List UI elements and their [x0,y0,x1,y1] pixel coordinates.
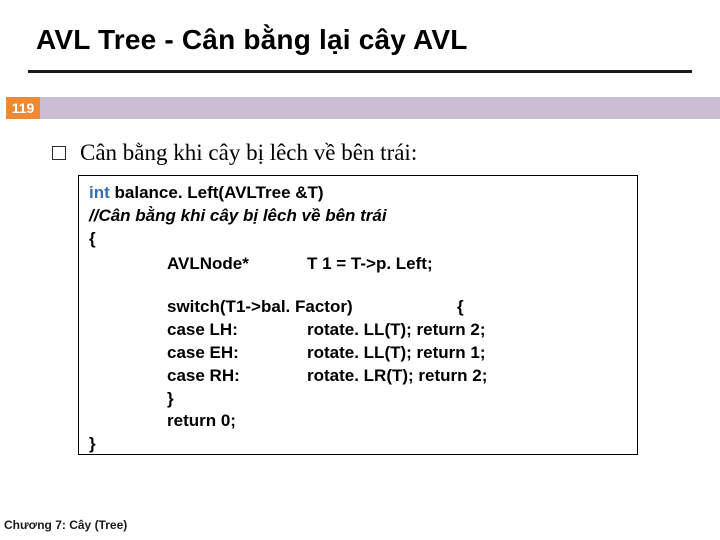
code-case-row-1: case LH: rotate. LL(T); return 2; [167,319,627,342]
code-case1-label: case LH: [167,319,307,342]
bullet-text: Cân bằng khi cây bị lêch về bên trái: [80,140,417,166]
code-return: return 0; [167,410,627,433]
footer-text: Chương 7: Cây (Tree) [4,518,127,532]
code-switch-block: switch(T1->bal. Factor) { case LH: rotat… [89,296,627,434]
bullet-row: Cân bằng khi cây bị lêch về bên trái: [52,140,417,166]
code-signature-rest: balance. Left(AVLTree &T) [110,183,324,202]
slide-title: AVL Tree - Cân bằng lại cây AVL [36,24,468,56]
code-decl-assign: T 1 = T->p. Left; [307,253,433,276]
code-keyword-int: int [89,183,110,202]
code-brace-open: { [89,228,627,251]
code-case-row-3: case RH: rotate. LR(T); return 2; [167,365,627,388]
code-case-row-2: case EH: rotate. LL(T); return 1; [167,342,627,365]
title-underline [28,70,692,73]
code-decl-type: AVLNode* [167,253,307,276]
code-switch-brace: { [457,296,464,319]
code-comment: //Cân bằng khi cây bị lêch về bên trái [89,205,627,228]
code-switch-head: switch(T1->bal. Factor) [167,296,457,319]
bullet-icon [52,146,66,160]
code-decl-row: AVLNode* T 1 = T->p. Left; [89,253,627,276]
code-signature: int balance. Left(AVLTree &T) [89,182,627,205]
code-switch-head-row: switch(T1->bal. Factor) { [167,296,627,319]
page-number-badge: 119 [6,97,40,119]
code-switch-close: } [167,388,627,411]
code-case1-body: rotate. LL(T); return 2; [307,319,486,342]
code-brace-close: } [89,433,627,456]
code-box: int balance. Left(AVLTree &T) //Cân bằng… [78,175,638,455]
page-accent-bar [40,97,720,119]
code-case3-body: rotate. LR(T); return 2; [307,365,487,388]
slide: AVL Tree - Cân bằng lại cây AVL 119 Cân … [0,0,720,540]
code-case2-label: case EH: [167,342,307,365]
code-case2-body: rotate. LL(T); return 1; [307,342,486,365]
code-case3-label: case RH: [167,365,307,388]
